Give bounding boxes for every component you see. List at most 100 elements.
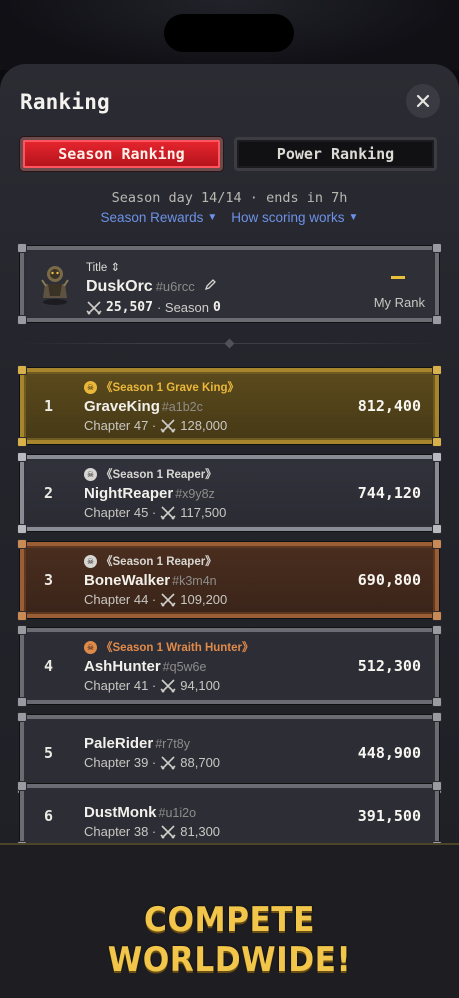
player-title-text: 《Season 1 Reaper》 xyxy=(101,469,217,481)
player-stats: 25,507 · Season 0 xyxy=(86,300,221,315)
power-value: 109,200 xyxy=(180,592,228,607)
rank-number: 3 xyxy=(44,571,54,589)
tab-season-ranking[interactable]: Season Ranking xyxy=(20,137,223,171)
season-score: 512,300 xyxy=(357,657,421,675)
player-name: DuskOrc #u6rcc xyxy=(86,278,216,296)
player-name-text: PaleRider xyxy=(84,735,154,752)
player-name-text: DustMonk xyxy=(84,804,157,821)
leaderboard-row[interactable]: 5 PaleRider #r7t8y Chapter 39 · 88,700 448,90… xyxy=(17,712,442,794)
chevron-down-icon: ▼ xyxy=(348,212,359,223)
power-value: 128,000 xyxy=(180,418,228,433)
chapter-text: Chapter 38 · xyxy=(84,824,157,839)
player-name-text: DuskOrc xyxy=(86,278,153,295)
frame-rivet xyxy=(432,539,442,549)
rank-number: 6 xyxy=(44,807,54,825)
player-tag: #u1i2o xyxy=(158,806,197,820)
frame-rivet xyxy=(432,625,442,635)
season-value: 0 xyxy=(213,300,221,315)
player-title: ☠ 《Season 1 Reaper》 xyxy=(84,466,217,482)
my-rank-label: My Rank xyxy=(373,295,425,310)
skull-badge-icon: ☠ xyxy=(84,554,97,568)
player-name: GraveKing #a1b2c xyxy=(84,398,203,415)
player-stats: Chapter 44 · 109,200 xyxy=(84,592,227,607)
rank-placeholder-dash xyxy=(391,276,405,279)
leaderboard-row[interactable]: 3 ☠ 《Season 1 Reaper》 BoneWalker #k3m4n Chapt… xyxy=(17,539,442,621)
player-name-text: NightReaper xyxy=(84,485,174,502)
sheet-title: Ranking xyxy=(20,90,110,114)
season-rewards-link[interactable]: Season Rewards ▼ xyxy=(101,210,218,225)
chapter-text: Chapter 41 · xyxy=(84,678,157,693)
crossed-swords-icon xyxy=(160,824,176,839)
title-label: Title xyxy=(86,262,108,274)
player-title: ☠ 《Season 1 Wraith Hunter》 xyxy=(84,639,254,655)
promo-footer: COMPETE WORLDWIDE! xyxy=(0,843,459,998)
player-stats: Chapter 47 · 128,000 xyxy=(84,418,227,433)
player-stats: Chapter 45 · 117,500 xyxy=(84,505,226,520)
frame-rivet xyxy=(432,781,442,791)
sort-arrows-icon: ⇕ xyxy=(110,262,121,274)
power-value: 117,500 xyxy=(180,505,227,520)
divider-ornament xyxy=(224,338,235,349)
rank-number: 4 xyxy=(44,657,54,675)
season-status: Season day 14/14 · ends in 7h xyxy=(111,190,348,206)
player-name-text: GraveKing xyxy=(84,398,160,415)
player-title: ☠ 《Season 1 Reaper》 xyxy=(84,553,217,569)
avatar xyxy=(38,262,72,306)
crossed-swords-icon xyxy=(86,300,102,315)
frame-rivet xyxy=(432,524,442,534)
season-score: 812,400 xyxy=(357,397,421,415)
dynamic-island xyxy=(164,14,294,52)
edit-pencil-icon[interactable] xyxy=(204,279,216,291)
crossed-swords-icon xyxy=(160,755,176,770)
power-value: 94,100 xyxy=(180,678,221,693)
leaderboard-row[interactable]: 2 ☠ 《Season 1 Reaper》 NightReaper #x9y8z Chap… xyxy=(17,452,442,534)
frame-rivet xyxy=(432,452,442,462)
player-tag: #k3m4n xyxy=(172,574,217,588)
season-score: 744,120 xyxy=(357,484,421,502)
player-title: ☠ 《Season 1 Grave King》 xyxy=(84,379,239,395)
frame-rivet xyxy=(17,243,27,253)
frame-rivet xyxy=(432,315,442,325)
title-selector[interactable]: Title ⇕ xyxy=(86,260,120,274)
chapter-text: Chapter 45 · xyxy=(84,505,157,520)
player-title-text: 《Season 1 Wraith Hunter》 xyxy=(101,642,254,654)
chapter-text: Chapter 47 · xyxy=(84,418,157,433)
rank-number: 5 xyxy=(44,744,54,762)
crossed-swords-icon xyxy=(160,418,176,433)
promo-tagline: COMPETE WORLDWIDE! xyxy=(107,900,352,980)
player-stats: Chapter 41 · 94,100 xyxy=(84,678,220,693)
scoring-info-label: How scoring works xyxy=(231,210,345,225)
power-value: 88,700 xyxy=(180,755,221,770)
leaderboard-row[interactable]: 4 ☠ 《Season 1 Wraith Hunter》 AshHunter #q5w6… xyxy=(17,625,442,707)
season-label: · Season xyxy=(156,300,210,315)
leaderboard-row[interactable]: 6 DustMonk #u1i2o Chapter 38 · 81,300 391,500 xyxy=(17,781,442,851)
player-tag: #r7t8y xyxy=(155,737,190,751)
player-stats: Chapter 38 · 81,300 xyxy=(84,824,220,839)
player-name: BoneWalker #k3m4n xyxy=(84,572,217,589)
player-name-text: AshHunter xyxy=(84,658,161,675)
leaderboard-row[interactable]: 1 ☠ 《Season 1 Grave King》 GraveKing #a1b2c Ch… xyxy=(17,365,442,447)
season-score: 391,500 xyxy=(357,807,421,825)
frame-rivet xyxy=(17,524,27,534)
frame-rivet xyxy=(17,611,27,621)
frame-rivet xyxy=(432,697,442,707)
season-links: Season Rewards ▼ How scoring works ▼ xyxy=(0,210,459,225)
chapter-text: Chapter 44 · xyxy=(84,592,157,607)
frame-rivet xyxy=(17,781,27,791)
tab-power-ranking[interactable]: Power Ranking xyxy=(234,137,437,171)
ranking-sheet: Ranking Season Ranking Power Ranking Sea… xyxy=(0,64,459,864)
frame-rivet xyxy=(17,697,27,707)
player-tag: #a1b2c xyxy=(161,400,203,414)
frame-rivet xyxy=(432,611,442,621)
crossed-swords-icon xyxy=(160,678,176,693)
close-icon xyxy=(416,94,430,108)
power-value: 25,507 xyxy=(106,300,153,315)
player-name: NightReaper #x9y8z xyxy=(84,485,215,502)
my-rank-card[interactable]: Title ⇕ DuskOrc #u6rcc 25,507 · Season 0… xyxy=(17,243,442,325)
scoring-info-link[interactable]: How scoring works ▼ xyxy=(231,210,358,225)
close-button[interactable] xyxy=(406,84,440,118)
player-name: AshHunter #q5w6e xyxy=(84,658,206,675)
player-title-text: 《Season 1 Reaper》 xyxy=(101,556,217,568)
player-name: DustMonk #u1i2o xyxy=(84,804,196,821)
frame-rivet xyxy=(432,712,442,722)
